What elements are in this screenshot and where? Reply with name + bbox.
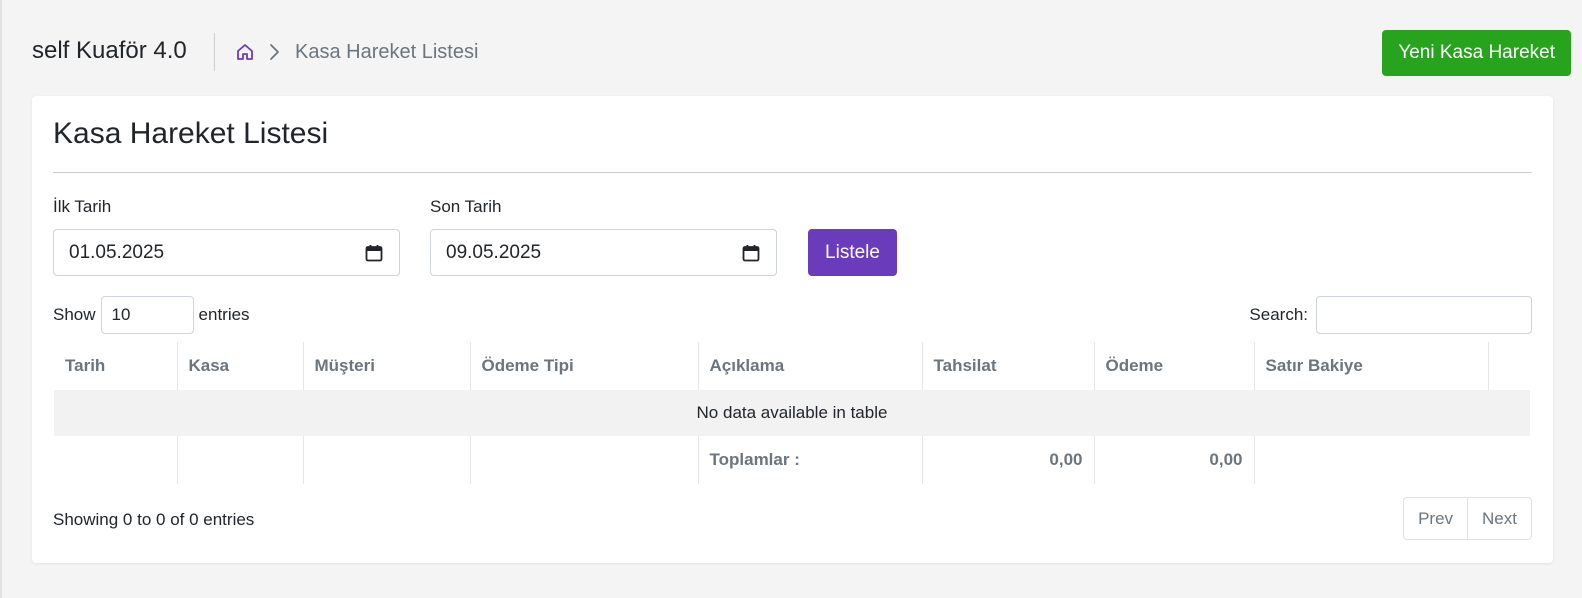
calendar-icon[interactable]: [364, 243, 384, 263]
calendar-icon[interactable]: [741, 243, 761, 263]
card-title: Kasa Hareket Listesi: [53, 117, 329, 150]
end-date-input[interactable]: 09.05.2025: [430, 229, 777, 276]
start-date-input[interactable]: 01.05.2025: [53, 229, 400, 276]
cash-movement-card: Kasa Hareket Listesi İlk Tarih 01.05.202…: [32, 96, 1553, 563]
column-header-tarih[interactable]: Tarih: [54, 342, 177, 390]
page-length-select[interactable]: 10: [100, 296, 194, 334]
table-header-row: Tarih Kasa Müşteri Ödeme Tipi Açıklama T…: [54, 342, 1530, 390]
column-header-odeme-tipi[interactable]: Ödeme Tipi: [469, 342, 698, 390]
totals-row: Toplamlar : 0,00 0,00: [54, 436, 1530, 484]
show-label: Show: [53, 305, 96, 324]
totals-cell-kasa: [176, 436, 303, 484]
next-page-button[interactable]: Next: [1467, 498, 1531, 539]
totals-cell-actions: [1488, 436, 1530, 484]
page-header: self Kuaför 4.0 Kasa Hareket Listesi Yen…: [32, 30, 1571, 76]
prev-page-button[interactable]: Prev: [1404, 498, 1467, 539]
table-row: No data available in table: [54, 390, 1530, 436]
empty-table-message: No data available in table: [54, 390, 1530, 436]
breadcrumb-current: Kasa Hareket Listesi: [295, 41, 479, 63]
header-divider: [214, 33, 215, 71]
new-cash-movement-button[interactable]: Yeni Kasa Hareket: [1382, 30, 1571, 76]
card-divider: [53, 172, 1532, 173]
app-title: self Kuaför 4.0: [32, 37, 187, 64]
search-control: Search:: [1249, 296, 1532, 334]
end-date-label: Son Tarih: [430, 197, 502, 216]
totals-cell-satir-bakiye: [1253, 436, 1488, 484]
column-header-kasa[interactable]: Kasa: [176, 342, 303, 390]
chevron-right-icon: [270, 44, 279, 60]
odeme-total: 0,00: [1093, 436, 1254, 484]
home-icon[interactable]: [235, 42, 255, 62]
page-length-control: Show 10 entries: [53, 296, 250, 334]
cash-movement-table: Tarih Kasa Müşteri Ödeme Tipi Açıklama T…: [54, 342, 1530, 484]
search-input[interactable]: [1316, 296, 1532, 334]
column-header-aciklama[interactable]: Açıklama: [697, 342, 922, 390]
totals-cell-musteri: [302, 436, 470, 484]
column-header-satir-bakiye[interactable]: Satır Bakiye: [1253, 342, 1488, 390]
search-label: Search:: [1249, 305, 1308, 324]
tahsilat-total: 0,00: [921, 436, 1094, 484]
page-left-border: [0, 0, 2, 598]
entries-label: entries: [198, 305, 250, 324]
column-header-tahsilat[interactable]: Tahsilat: [921, 342, 1094, 390]
pagination: Prev Next: [1403, 497, 1532, 540]
end-date-value: 09.05.2025: [446, 241, 542, 263]
column-header-musteri[interactable]: Müşteri: [302, 342, 470, 390]
column-header-actions: [1487, 342, 1530, 390]
start-date-value: 01.05.2025: [69, 241, 165, 263]
list-button[interactable]: Listele: [808, 229, 897, 276]
totals-cell-tarih: [54, 436, 177, 484]
start-date-label: İlk Tarih: [53, 197, 112, 216]
totals-cell-odeme-tipi: [469, 436, 698, 484]
page-length-value: 10: [111, 305, 131, 324]
totals-label: Toplamlar :: [697, 436, 922, 484]
column-header-odeme[interactable]: Ödeme: [1093, 342, 1254, 390]
table-info: Showing 0 to 0 of 0 entries: [53, 510, 255, 529]
